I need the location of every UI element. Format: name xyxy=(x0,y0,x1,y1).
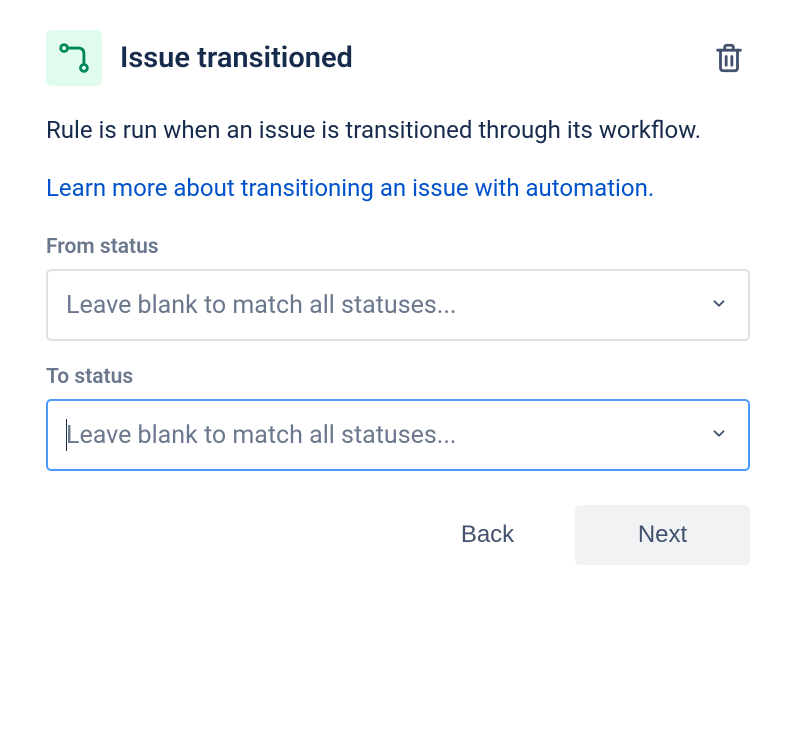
to-status-placeholder: Leave blank to match all statuses... xyxy=(66,421,457,450)
transition-icon xyxy=(57,41,91,75)
transition-icon-container xyxy=(46,30,102,86)
from-status-placeholder: Leave blank to match all statuses... xyxy=(66,291,457,320)
from-status-select-wrap: Leave blank to match all statuses... xyxy=(46,269,750,341)
to-status-group: To status Leave blank to match all statu… xyxy=(46,365,750,471)
next-button[interactable]: Next xyxy=(575,505,750,565)
back-button[interactable]: Back xyxy=(400,505,575,565)
from-status-label: From status xyxy=(46,235,750,259)
header-left: Issue transitioned xyxy=(46,30,353,86)
page-title: Issue transitioned xyxy=(120,41,353,75)
description-text: Rule is run when an issue is transitione… xyxy=(46,114,750,148)
chevron-down-icon xyxy=(710,291,728,320)
to-status-select-wrap: Leave blank to match all statuses... xyxy=(46,399,750,471)
to-status-select[interactable]: Leave blank to match all statuses... xyxy=(46,399,750,471)
text-cursor xyxy=(66,419,67,451)
from-status-select[interactable]: Leave blank to match all statuses... xyxy=(46,269,750,341)
to-status-label: To status xyxy=(46,365,750,389)
learn-more-link[interactable]: Learn more about transitioning an issue … xyxy=(46,172,654,206)
trash-icon xyxy=(712,41,746,75)
delete-button[interactable] xyxy=(708,37,750,79)
from-status-group: From status Leave blank to match all sta… xyxy=(46,235,750,341)
chevron-down-icon xyxy=(710,421,728,450)
header-row: Issue transitioned xyxy=(46,30,750,86)
footer-actions: Back Next xyxy=(46,505,750,565)
